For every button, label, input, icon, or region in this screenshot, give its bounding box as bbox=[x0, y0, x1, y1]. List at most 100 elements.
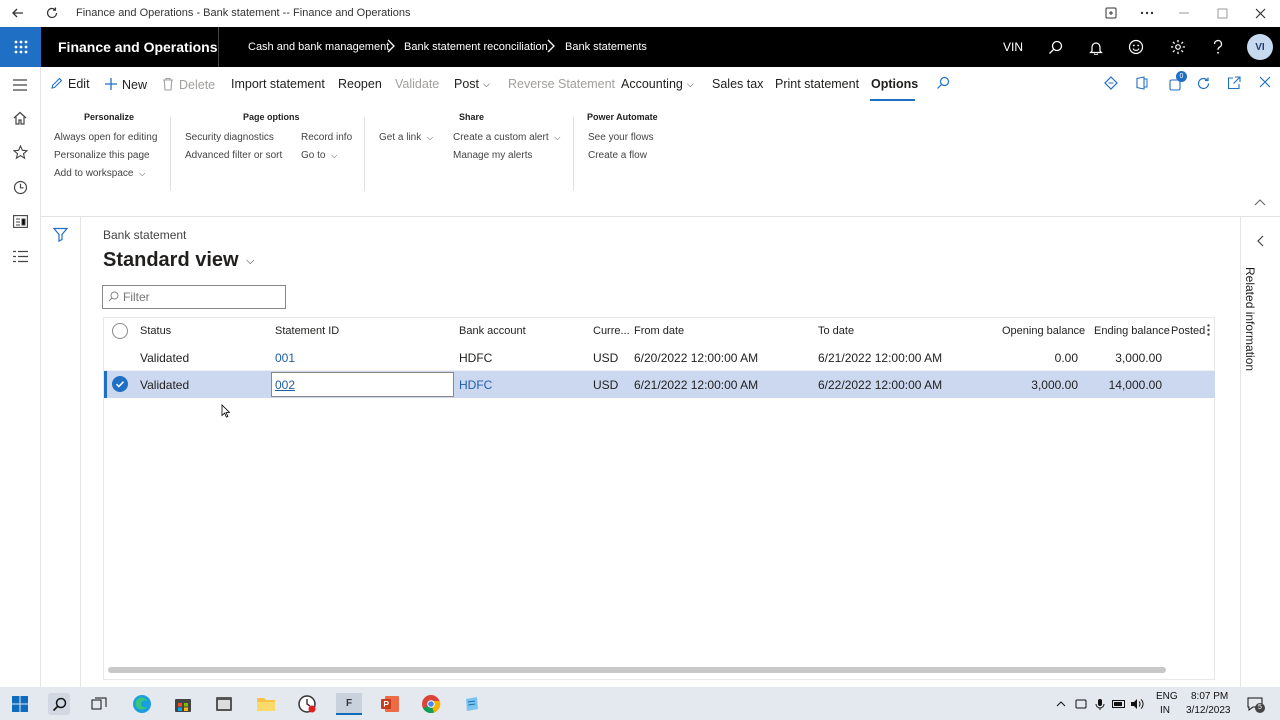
advanced-filter-item[interactable]: Advanced filter or sort bbox=[185, 150, 282, 161]
favorites-star-icon[interactable] bbox=[11, 143, 29, 161]
record-info-item[interactable]: Record info bbox=[301, 132, 352, 143]
messages-icon[interactable]: 0 bbox=[1169, 71, 1187, 92]
add-to-workspace-item[interactable]: Add to workspace ⌵ bbox=[54, 168, 145, 179]
language-indicator[interactable]: ENG bbox=[1156, 691, 1178, 702]
related-information-pane[interactable]: Related information bbox=[1240, 217, 1280, 687]
diamond-icon[interactable] bbox=[1104, 76, 1118, 90]
column-header-statement-id[interactable]: Statement ID bbox=[275, 325, 339, 337]
refresh-icon[interactable] bbox=[44, 5, 60, 21]
column-header-posted[interactable]: Posted bbox=[1171, 325, 1205, 337]
minimize-icon[interactable] bbox=[1176, 5, 1192, 21]
maximize-icon[interactable] bbox=[1214, 5, 1230, 21]
accounting-menu[interactable]: Accounting ⌵ bbox=[621, 77, 694, 91]
app-name[interactable]: Finance and Operations bbox=[58, 39, 217, 55]
app-launcher-icon[interactable] bbox=[0, 27, 41, 67]
modules-list-icon[interactable] bbox=[11, 247, 29, 265]
app-install-icon[interactable] bbox=[1103, 5, 1119, 21]
task-view-icon[interactable] bbox=[88, 693, 110, 715]
view-selector[interactable]: Standard view ⌵ bbox=[103, 249, 255, 272]
reopen-button[interactable]: Reopen bbox=[338, 77, 382, 91]
get-a-link-item[interactable]: Get a link ⌵ bbox=[379, 132, 433, 143]
reverse-statement-button[interactable]: Reverse Statement bbox=[508, 77, 615, 91]
delete-button[interactable]: Delete bbox=[162, 77, 215, 92]
new-button[interactable]: New bbox=[104, 77, 147, 92]
always-open-editing-item[interactable]: Always open for editing bbox=[54, 132, 157, 143]
column-header-ending-balance[interactable]: Ending balance bbox=[1094, 325, 1170, 337]
close-icon[interactable] bbox=[1252, 5, 1268, 21]
see-your-flows-item[interactable]: See your flows bbox=[588, 132, 654, 143]
row-checkbox-checked[interactable] bbox=[112, 376, 128, 392]
help-icon[interactable] bbox=[1208, 37, 1228, 57]
column-header-to-date[interactable]: To date bbox=[818, 325, 854, 337]
breadcrumb-reconciliation[interactable]: Bank statement reconciliation bbox=[404, 41, 548, 53]
notification-center-icon[interactable]: 5 bbox=[1244, 693, 1266, 715]
region-indicator[interactable]: IN bbox=[1160, 705, 1170, 716]
screen-recorder-icon[interactable] bbox=[296, 693, 318, 715]
create-custom-alert-item[interactable]: Create a custom alert ⌵ bbox=[453, 132, 560, 143]
office-icon[interactable] bbox=[1136, 76, 1148, 90]
go-to-item[interactable]: Go to ⌵ bbox=[301, 150, 337, 161]
home-icon[interactable] bbox=[11, 109, 29, 127]
action-search-icon[interactable] bbox=[936, 76, 950, 90]
column-header-opening-balance[interactable]: Opening balance bbox=[1002, 325, 1085, 337]
clock-time[interactable]: 8:07 PM bbox=[1191, 691, 1228, 702]
table-row[interactable]: Validated 001 HDFC USD 6/20/2022 12:00:0… bbox=[104, 344, 1215, 371]
windows-start-icon[interactable] bbox=[9, 693, 31, 715]
workspaces-icon[interactable] bbox=[11, 212, 29, 230]
column-header-currency[interactable]: Curre... bbox=[593, 325, 630, 337]
cell-statement-id[interactable]: 002 bbox=[275, 378, 295, 392]
post-menu[interactable]: Post ⌵ bbox=[454, 77, 490, 91]
finance-operations-taskbar-app[interactable]: F bbox=[336, 693, 362, 715]
breadcrumb-bank-statements[interactable]: Bank statements bbox=[565, 41, 647, 53]
create-flow-item[interactable]: Create a flow bbox=[588, 150, 647, 161]
taskbar-search-icon[interactable] bbox=[48, 693, 70, 715]
open-new-window-icon[interactable] bbox=[1227, 76, 1241, 90]
close-page-icon[interactable] bbox=[1259, 76, 1271, 88]
clock-date[interactable]: 3/12/2023 bbox=[1186, 705, 1231, 716]
recent-clock-icon[interactable] bbox=[11, 178, 29, 196]
column-header-bank-account[interactable]: Bank account bbox=[459, 325, 526, 337]
grid-filter-input[interactable] bbox=[123, 287, 273, 307]
microsoft-store-icon[interactable] bbox=[172, 693, 194, 715]
tray-overflow-chevron-icon[interactable] bbox=[1050, 693, 1072, 715]
import-statement-button[interactable]: Import statement bbox=[231, 77, 325, 91]
collapse-action-pane-icon[interactable] bbox=[1254, 198, 1266, 206]
refresh-page-icon[interactable] bbox=[1196, 76, 1211, 91]
notepad-icon[interactable] bbox=[461, 693, 483, 715]
chrome-browser-icon[interactable] bbox=[420, 693, 442, 715]
validate-button[interactable]: Validate bbox=[395, 77, 439, 91]
breadcrumb-cash-bank[interactable]: Cash and bank management bbox=[248, 41, 389, 53]
cell-bank-account[interactable]: HDFC bbox=[459, 378, 492, 392]
filter-funnel-icon[interactable] bbox=[53, 227, 68, 242]
hamburger-menu-icon[interactable] bbox=[11, 76, 29, 94]
edit-button[interactable]: Edit bbox=[50, 77, 90, 91]
more-options-icon[interactable] bbox=[1139, 5, 1155, 21]
column-header-from-date[interactable]: From date bbox=[634, 325, 684, 337]
app-window-icon[interactable] bbox=[213, 693, 235, 715]
chevron-left-icon[interactable] bbox=[1256, 235, 1264, 247]
file-explorer-icon[interactable] bbox=[255, 693, 277, 715]
statement-id-edit-field[interactable]: 002 bbox=[271, 372, 454, 397]
user-avatar[interactable]: VI bbox=[1247, 34, 1273, 60]
select-all-checkbox[interactable] bbox=[112, 323, 128, 339]
table-row-selected[interactable]: Validated 002 HDFC USD 6/21/2022 12:00:0… bbox=[104, 371, 1215, 398]
manage-alerts-item[interactable]: Manage my alerts bbox=[453, 150, 532, 161]
column-header-status[interactable]: Status bbox=[140, 325, 171, 337]
back-arrow-icon[interactable] bbox=[10, 5, 26, 21]
sales-tax-button[interactable]: Sales tax bbox=[712, 77, 763, 91]
security-diagnostics-item[interactable]: Security diagnostics bbox=[185, 132, 274, 143]
powerpoint-icon[interactable] bbox=[379, 693, 401, 715]
bell-icon[interactable] bbox=[1086, 37, 1106, 57]
feedback-smiley-icon[interactable] bbox=[1126, 37, 1146, 57]
gear-icon[interactable] bbox=[1168, 37, 1188, 57]
company-picker[interactable]: VIN bbox=[1003, 40, 1023, 54]
grid-filter-field[interactable] bbox=[102, 285, 286, 309]
personalize-page-item[interactable]: Personalize this page bbox=[54, 150, 150, 161]
print-statement-button[interactable]: Print statement bbox=[775, 77, 859, 91]
search-icon[interactable] bbox=[1045, 37, 1065, 57]
horizontal-scrollbar[interactable] bbox=[108, 667, 1166, 673]
volume-icon[interactable] bbox=[1126, 693, 1148, 715]
cell-statement-id[interactable]: 001 bbox=[275, 351, 295, 365]
column-options-icon[interactable] bbox=[1207, 324, 1210, 336]
tab-options[interactable]: Options bbox=[871, 77, 918, 91]
